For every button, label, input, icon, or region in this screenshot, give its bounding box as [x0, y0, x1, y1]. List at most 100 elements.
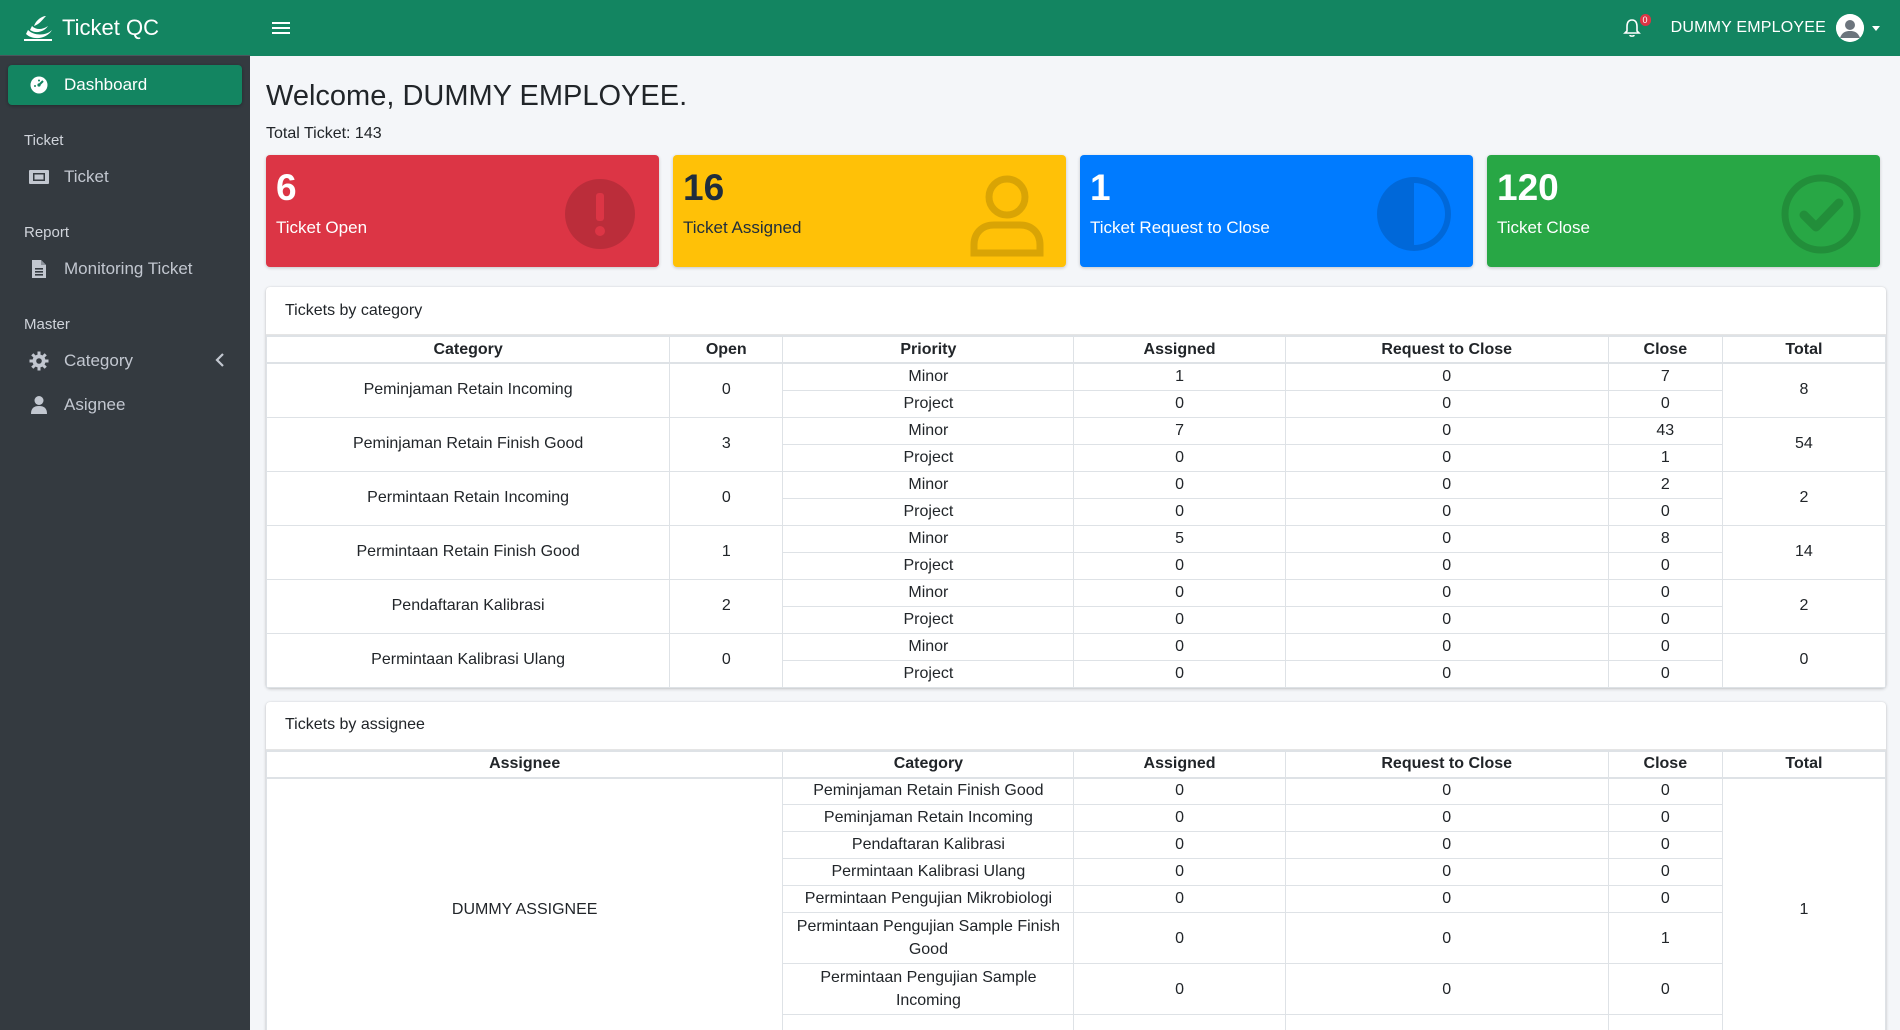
cell-assigned: 0 [1073, 804, 1286, 832]
cell-priority: Project [782, 443, 1075, 472]
cell-close [1607, 1014, 1723, 1030]
cell-close: 2 [1607, 470, 1723, 499]
sidebar-item-label: Category [64, 351, 133, 370]
sidebar-item-label: Monitoring Ticket [64, 259, 193, 278]
box-ticket-open[interactable]: 6 Ticket Open [266, 155, 659, 267]
cell-request-to-close: 0 [1284, 659, 1609, 688]
cell-close: 0 [1607, 885, 1723, 913]
cell-assigned: 0 [1073, 470, 1286, 499]
cell-open: 3 [669, 416, 784, 472]
box-ticket-request-to-close[interactable]: 1 Ticket Request to Close [1080, 155, 1473, 267]
total-ticket: Total Ticket: 143 [266, 125, 382, 142]
card-title: Tickets by category [266, 287, 1886, 335]
cell-open: 1 [669, 524, 784, 580]
cell-assigned: 0 [1073, 389, 1286, 418]
cell-category [782, 1014, 1075, 1030]
cell-total: 8 [1721, 362, 1887, 418]
cell-category: Permintaan Kalibrasi Ulang [265, 632, 671, 688]
cell-request-to-close: 0 [1284, 389, 1609, 418]
cell-request-to-close: 0 [1284, 524, 1609, 553]
cell-assigned: 0 [1073, 777, 1286, 805]
cell-close: 0 [1607, 804, 1723, 832]
cell-category: Peminjaman Retain Incoming [265, 362, 671, 418]
cell-request-to-close: 0 [1284, 963, 1609, 1015]
col-header: Total [1721, 749, 1887, 779]
cell-total: 2 [1721, 578, 1887, 634]
caret-down-icon[interactable] [1872, 25, 1880, 31]
cell-priority: Project [782, 551, 1075, 580]
cell-total: 54 [1721, 416, 1887, 472]
box-value: 120 [1497, 167, 1559, 208]
cell-assigned [1073, 1014, 1286, 1030]
cell-close: 0 [1607, 551, 1723, 580]
table-row: Permintaan Kalibrasi Ulang 0 Minor 0 0 0… [265, 632, 1887, 688]
sidebar-item-dashboard[interactable]: Dashboard [8, 65, 242, 105]
cell-assigned: 7 [1073, 416, 1286, 445]
cell-category: Permintaan Pengujian Sample Finish Good [782, 912, 1075, 964]
cell-request-to-close: 0 [1284, 912, 1609, 964]
cell-close: 0 [1607, 497, 1723, 526]
cell-priority: Project [782, 659, 1075, 688]
cell-close: 0 [1607, 831, 1723, 859]
brand[interactable]: Ticket QC [0, 0, 250, 56]
col-header: Category [782, 749, 1075, 779]
cell-total: 0 [1721, 632, 1887, 688]
user-name[interactable]: DUMMY EMPLOYEE [1671, 19, 1826, 37]
cell-request-to-close: 0 [1284, 362, 1609, 391]
cell-open: 0 [669, 632, 784, 688]
sidebar-item-ticket[interactable]: Ticket [0, 157, 250, 197]
col-header: Assignee [265, 749, 784, 779]
col-header: Total [1721, 335, 1887, 364]
menu-toggle-icon[interactable] [272, 19, 290, 37]
sidebar-item-category[interactable]: Category [0, 341, 250, 381]
cell-request-to-close: 0 [1284, 831, 1609, 859]
box-ticket-assigned[interactable]: 16 Ticket Assigned [673, 155, 1066, 267]
cell-assigned: 0 [1073, 605, 1286, 634]
cell-assigned: 0 [1073, 963, 1286, 1015]
cell-priority: Minor [782, 470, 1075, 499]
avatar[interactable] [1836, 14, 1864, 42]
dashboard-icon [28, 74, 50, 96]
cell-assigned: 0 [1073, 443, 1286, 472]
cell-request-to-close: 0 [1284, 443, 1609, 472]
cell-request-to-close: 0 [1284, 416, 1609, 445]
nav-header-ticket: Ticket [24, 131, 64, 149]
page-title: Welcome, DUMMY EMPLOYEE. [266, 80, 688, 112]
table-row: Permintaan Retain Finish Good 1 Minor 5 … [265, 524, 1887, 580]
cell-open: 0 [669, 470, 784, 526]
cell-assigned: 0 [1073, 831, 1286, 859]
ticket-icon [28, 166, 50, 188]
nav-header-report: Report [24, 223, 70, 241]
sidebar-item-asignee[interactable]: Asignee [0, 385, 250, 425]
cell-close: 0 [1607, 389, 1723, 418]
sidebar: Ticket QC Dashboard Ticket Ticket Report… [0, 0, 250, 1030]
cell-priority: Project [782, 389, 1075, 418]
box-ticket-close[interactable]: 120 Ticket Close [1487, 155, 1880, 267]
topbar: 0 DUMMY EMPLOYEE [250, 0, 1900, 56]
col-header: Close [1607, 335, 1723, 364]
notification-count: 0 [1639, 14, 1651, 26]
cell-open: 2 [669, 578, 784, 634]
summary-boxes: 6 Ticket Open 16 Ticket Assigned 1 Ticke… [266, 155, 1886, 267]
cell-request-to-close [1284, 1014, 1609, 1030]
cell-priority: Project [782, 605, 1075, 634]
cell-request-to-close: 0 [1284, 578, 1609, 607]
sidebar-item-monitoring-ticket[interactable]: Monitoring Ticket [0, 249, 250, 289]
col-header: Assigned [1073, 335, 1286, 364]
card-tickets-by-category: Tickets by category Category Open Priori… [265, 287, 1887, 688]
notification-bell[interactable]: 0 [1622, 14, 1651, 38]
bell-icon [1622, 19, 1641, 37]
box-label: Ticket Assigned [683, 218, 802, 237]
cell-assigned: 0 [1073, 912, 1286, 964]
table-row: Permintaan Retain Incoming 0 Minor 0 0 2… [265, 470, 1887, 526]
cell-request-to-close: 0 [1284, 885, 1609, 913]
exclamation-circle-icon [565, 179, 635, 249]
col-header: Open [669, 335, 784, 364]
cell-close: 1 [1607, 912, 1723, 964]
table-row: Peminjaman Retain Finish Good 3 Minor 7 … [265, 416, 1887, 472]
cell-category: Permintaan Kalibrasi Ulang [782, 858, 1075, 886]
col-header: Close [1607, 749, 1723, 779]
cell-assigned: 0 [1073, 632, 1286, 661]
app-title: Ticket QC [62, 14, 159, 40]
box-value: 6 [276, 167, 297, 208]
